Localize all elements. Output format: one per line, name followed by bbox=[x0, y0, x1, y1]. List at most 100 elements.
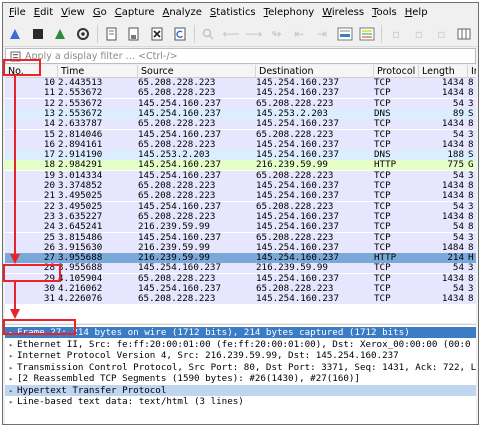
packet-row[interactable]: 25 3.815486 145.254.160.237 65.208.228.223 T… bbox=[5, 232, 476, 243]
packet-row[interactable]: 14 2.633787 65.208.228.223 145.254.160.237 T… bbox=[5, 119, 476, 130]
zoom-in-icon[interactable]: ▫ bbox=[387, 25, 405, 43]
expand-arrow-icon[interactable]: ▸ bbox=[9, 386, 17, 396]
packet-row[interactable]: 31 4.226076 65.208.228.223 145.254.160.237 T… bbox=[5, 294, 476, 305]
selected-row-highlight-box bbox=[3, 264, 61, 282]
find-packet-icon[interactable] bbox=[200, 25, 218, 43]
menu-capture[interactable]: Capture bbox=[115, 7, 155, 18]
packet-destination: 145.253.2.203 bbox=[256, 108, 328, 119]
colorize-icon[interactable] bbox=[359, 25, 377, 43]
packet-source: 216.239.59.99 bbox=[138, 242, 210, 253]
packet-destination: 145.254.160.237 bbox=[256, 222, 339, 233]
packet-row[interactable]: 17 2.914190 145.253.2.203 145.254.160.237 DN… bbox=[5, 150, 476, 161]
packet-row[interactable]: 10 2.443513 65.208.228.223 145.254.160.237 T… bbox=[5, 78, 476, 88]
packet-row[interactable]: 19 3.014334 145.254.160.237 65.208.228.223 T… bbox=[5, 170, 476, 181]
packet-row[interactable]: 22 3.495025 145.254.160.237 65.208.228.223 T… bbox=[5, 201, 476, 212]
packet-time: 2.633787 bbox=[58, 119, 103, 130]
autoscroll-icon[interactable] bbox=[336, 25, 354, 43]
stop-capture-icon[interactable] bbox=[29, 25, 47, 43]
close-file-icon[interactable] bbox=[148, 25, 166, 43]
column-header-source[interactable]: Source bbox=[138, 65, 256, 78]
expand-arrow-icon[interactable]: ▸ bbox=[9, 397, 17, 407]
packet-row[interactable]: 30 4.216062 145.254.160.237 65.208.228.223 T… bbox=[5, 284, 476, 294]
detail-text: Hypertext Transfer Protocol bbox=[17, 384, 167, 396]
packet-row[interactable]: 24 3.645241 216.239.59.99 145.254.160.237 TC… bbox=[5, 222, 476, 233]
capture-options-icon[interactable] bbox=[74, 25, 92, 43]
menu-telephony[interactable]: Telephony bbox=[264, 7, 315, 18]
packet-row[interactable]: 15 2.814046 145.254.160.237 65.208.228.223 T… bbox=[5, 129, 476, 140]
packet-no: 20 bbox=[43, 181, 55, 191]
expand-arrow-icon[interactable]: ▸ bbox=[9, 340, 17, 350]
packet-time: 2.553672 bbox=[58, 108, 103, 119]
packet-row[interactable]: 21 3.495025 65.208.228.223 145.254.160.237 T… bbox=[5, 191, 476, 202]
go-first-icon[interactable]: ⇤ bbox=[290, 25, 308, 43]
packet-destination: 65.208.228.223 bbox=[256, 232, 334, 243]
menu-analyze[interactable]: Analyze bbox=[163, 7, 202, 18]
restart-capture-icon[interactable] bbox=[51, 25, 69, 43]
menu-file[interactable]: File bbox=[9, 7, 26, 18]
save-file-icon[interactable] bbox=[126, 25, 144, 43]
packet-source: 145.253.2.203 bbox=[138, 150, 210, 161]
go-to-packet-icon[interactable]: ↬ bbox=[268, 25, 286, 43]
detail-tree-item[interactable]: ▸ Line-based text data: text/html (3 line… bbox=[5, 396, 476, 407]
packet-row[interactable]: 20 3.374852 65.208.228.223 145.254.160.237 T… bbox=[5, 181, 476, 191]
packet-protocol: TCP bbox=[374, 119, 391, 130]
resize-columns-icon[interactable] bbox=[455, 25, 473, 43]
packet-length: 1484 bbox=[441, 242, 464, 253]
menu-view[interactable]: View bbox=[61, 7, 85, 18]
packet-row[interactable]: 28 3.955688 145.254.160.237 216.239.59.99 TC… bbox=[5, 263, 476, 274]
detail-tree-item[interactable]: ▸ Hypertext Transfer Protocol bbox=[5, 384, 476, 396]
packet-time: 3.495025 bbox=[58, 201, 103, 212]
go-last-icon[interactable]: ⇥ bbox=[313, 25, 331, 43]
packet-row[interactable]: 23 3.635227 65.208.228.223 145.254.160.237 T… bbox=[5, 211, 476, 222]
packet-row[interactable]: 11 2.553672 65.208.228.223 145.254.160.237 T… bbox=[5, 88, 476, 99]
packet-row[interactable]: 26 3.915630 216.239.59.99 145.254.160.237 TC… bbox=[5, 242, 476, 253]
packet-row[interactable]: 27 3.955688 216.239.59.99 145.254.160.237 HT… bbox=[5, 253, 476, 264]
packet-destination: 145.254.160.237 bbox=[256, 273, 339, 284]
menu-tools[interactable]: Tools bbox=[372, 7, 397, 18]
column-header-destination[interactable]: Destination bbox=[256, 65, 374, 78]
detail-tree-item[interactable]: ▸ Internet Protocol Version 4, Src: 216.2… bbox=[5, 350, 476, 361]
start-capture-icon[interactable] bbox=[6, 25, 24, 43]
packet-destination: 145.254.160.237 bbox=[256, 88, 339, 99]
detail-tree-item[interactable]: ▸ [2 Reassembled TCP Segments (1590 bytes… bbox=[5, 373, 476, 384]
menu-help[interactable]: Help bbox=[405, 7, 428, 18]
packet-info: 8 bbox=[468, 222, 474, 233]
packet-row[interactable]: 18 2.984291 145.254.160.237 216.239.59.99 HT… bbox=[5, 160, 476, 171]
menu-go[interactable]: Go bbox=[93, 7, 107, 18]
packet-row[interactable]: 16 2.894161 65.208.228.223 145.254.160.237 T… bbox=[5, 139, 476, 150]
go-back-icon[interactable]: ⟵ bbox=[222, 25, 240, 43]
normal-size-icon[interactable]: ▫ bbox=[433, 25, 451, 43]
detail-tree-item[interactable]: ▸ Ethernet II, Src: fe:ff:20:00:01:00 (fe… bbox=[5, 339, 476, 350]
packet-row[interactable]: 13 2.553672 145.254.160.237 145.253.2.203 DN… bbox=[5, 108, 476, 119]
open-file-icon[interactable] bbox=[103, 25, 121, 43]
display-filter-input[interactable] bbox=[22, 49, 462, 63]
packet-time: 2.984291 bbox=[58, 160, 103, 171]
packet-no: 27 bbox=[43, 253, 55, 264]
packet-row[interactable]: 29 4.105904 65.208.228.223 145.254.160.237 T… bbox=[5, 273, 476, 284]
packet-protocol: TCP bbox=[374, 294, 391, 305]
packet-info: 8 bbox=[468, 211, 474, 222]
packet-row[interactable]: 12 2.553672 145.254.160.237 65.208.228.223 T… bbox=[5, 98, 476, 109]
menu-edit[interactable]: Edit bbox=[34, 7, 53, 18]
packet-protocol: TCP bbox=[374, 211, 391, 222]
column-header-length[interactable]: Length bbox=[419, 65, 468, 78]
packet-protocol: TCP bbox=[374, 170, 391, 181]
packet-info: 8 bbox=[468, 88, 474, 99]
packet-length: 1434 bbox=[441, 191, 464, 202]
reload-file-icon[interactable] bbox=[171, 25, 189, 43]
menu-wireless[interactable]: Wireless bbox=[322, 7, 364, 18]
packet-source: 65.208.228.223 bbox=[138, 294, 216, 305]
expand-arrow-icon[interactable]: ▸ bbox=[9, 374, 17, 384]
expand-arrow-icon[interactable]: ▸ bbox=[9, 363, 17, 373]
packet-protocol: TCP bbox=[374, 222, 391, 233]
zoom-out-icon[interactable]: ▫ bbox=[410, 25, 428, 43]
column-header-protocol[interactable]: Protocol bbox=[374, 65, 419, 78]
detail-tree-item[interactable]: ▸ Transmission Control Protocol, Src Port… bbox=[5, 362, 476, 373]
expand-arrow-icon[interactable]: ▸ bbox=[9, 351, 17, 361]
menu-bar: File Edit View Go Capture Analyze Statistics Te… bbox=[3, 3, 478, 21]
packet-destination: 65.208.228.223 bbox=[256, 129, 334, 140]
column-header-time[interactable]: Time bbox=[58, 65, 138, 78]
go-forward-icon[interactable]: ⟶ bbox=[245, 25, 263, 43]
column-header-info[interactable]: In bbox=[468, 65, 476, 78]
menu-statistics[interactable]: Statistics bbox=[210, 7, 256, 18]
